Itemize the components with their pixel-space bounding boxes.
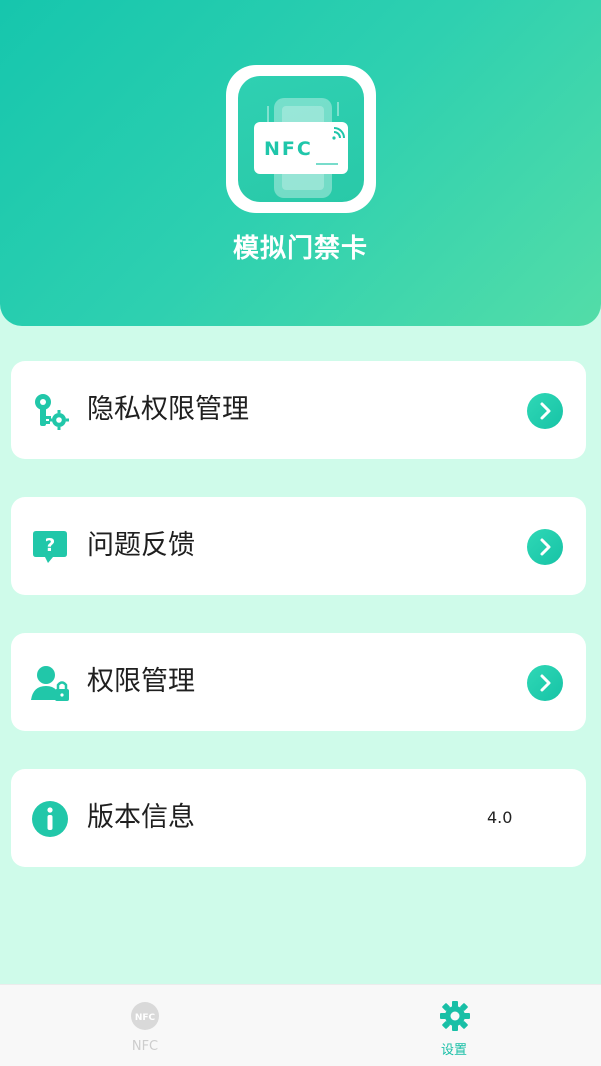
app-logo: NFC bbox=[226, 65, 376, 213]
bottom-tab-bar: NFC NFC 设置 bbox=[0, 984, 601, 1066]
feedback-row[interactable]: ? 问题反馈 bbox=[11, 497, 586, 595]
user-lock-icon bbox=[31, 664, 69, 702]
chevron-right-icon bbox=[527, 665, 563, 701]
version-number: 4.0 bbox=[487, 808, 513, 827]
permission-management-row[interactable]: 权限管理 bbox=[11, 633, 586, 731]
tab-nfc[interactable]: NFC NFC bbox=[0, 985, 300, 1066]
question-bubble-icon: ? bbox=[31, 528, 69, 566]
nfc-card-text: NFC bbox=[264, 138, 313, 160]
info-icon bbox=[31, 800, 69, 838]
gear-icon bbox=[440, 1001, 470, 1031]
version-info-label: 版本信息 bbox=[87, 802, 195, 833]
privacy-permission-label: 隐私权限管理 bbox=[87, 394, 249, 425]
privacy-permission-row[interactable]: 隐私权限管理 bbox=[11, 361, 586, 459]
version-info-row[interactable]: 版本信息 4.0 bbox=[11, 769, 586, 867]
tab-settings-label: 设置 bbox=[440, 1043, 467, 1058]
feedback-label: 问题反馈 bbox=[87, 530, 195, 561]
nfc-card-icon: NFC bbox=[238, 76, 364, 202]
svg-text:?: ? bbox=[45, 535, 55, 556]
tab-nfc-label: NFC bbox=[131, 1039, 159, 1054]
nfc-tab-icon: NFC bbox=[130, 1001, 160, 1031]
chevron-right-icon bbox=[527, 393, 563, 429]
header-banner: NFC 模拟门禁卡 bbox=[0, 0, 601, 326]
svg-text:NFC: NFC bbox=[135, 1013, 156, 1023]
tab-settings[interactable]: 设置 bbox=[300, 985, 600, 1066]
app-title: 模拟门禁卡 bbox=[232, 234, 368, 264]
key-gear-icon bbox=[31, 392, 69, 430]
permission-management-label: 权限管理 bbox=[87, 666, 195, 697]
chevron-right-icon bbox=[527, 529, 563, 565]
